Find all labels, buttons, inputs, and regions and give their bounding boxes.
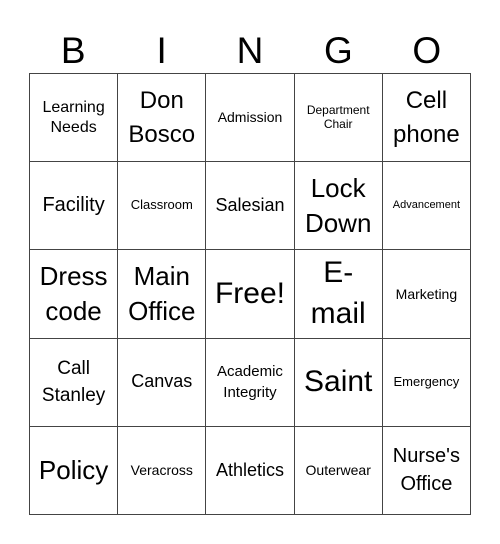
cell-label: Academic Integrity — [217, 363, 283, 402]
bingo-cell[interactable]: Nurse's Office — [382, 426, 471, 515]
bingo-cell[interactable]: Call Stanley — [30, 338, 119, 427]
header-letter-i: I — [156, 30, 167, 71]
bingo-cell[interactable]: Canvas — [118, 338, 207, 427]
bingo-cell[interactable]: Facility — [30, 162, 119, 251]
free-space[interactable]: Free! — [206, 250, 295, 339]
cell-label: Veracross — [130, 461, 193, 478]
bingo-cell[interactable]: Salesian — [206, 162, 295, 251]
bingo-cell[interactable]: Lock Down — [294, 162, 383, 251]
cell-label: Canvas — [131, 371, 193, 392]
bingo-board: Learning Needs Don Bosco Admission Depar… — [29, 73, 471, 515]
bingo-header: B I N G O — [29, 28, 471, 73]
header-letter-o: O — [412, 30, 442, 71]
bingo-cell[interactable]: Admission — [206, 74, 295, 163]
bingo-cell[interactable]: Dress code — [30, 250, 119, 339]
cell-label: Salesian — [215, 194, 285, 215]
bingo-cell[interactable]: Department Chair — [294, 74, 383, 163]
cell-label: Emergency — [393, 374, 460, 390]
cell-label: Saint — [304, 365, 373, 399]
bingo-cell[interactable]: Emergency — [382, 338, 471, 427]
cell-label: Facility — [42, 194, 105, 217]
bingo-cell[interactable]: Policy — [30, 426, 119, 515]
bingo-cell[interactable]: E-mail — [294, 250, 383, 339]
cell-label: Outerwear — [305, 461, 371, 478]
cell-label: Free! — [214, 276, 285, 310]
cell-label: Call Stanley — [41, 357, 106, 407]
cell-label: Advancement — [392, 199, 461, 212]
bingo-cell[interactable]: Veracross — [118, 426, 207, 515]
bingo-cell[interactable]: Academic Integrity — [206, 338, 295, 427]
bingo-cell[interactable]: Classroom — [118, 162, 207, 251]
bingo-cell[interactable]: Main Office — [118, 250, 207, 339]
cell-label: E-mail — [310, 256, 366, 330]
bingo-cell[interactable]: Marketing — [382, 250, 471, 339]
header-letter-b: B — [60, 30, 86, 71]
bingo-cell[interactable]: Saint — [294, 338, 383, 427]
cell-label: Athletics — [215, 459, 284, 480]
cell-label: Lock Down — [304, 172, 372, 238]
cell-label: Marketing — [395, 285, 458, 302]
cell-label: Cell phone — [393, 87, 460, 148]
header-letter-g: G — [324, 30, 353, 71]
bingo-cell[interactable]: Outerwear — [294, 426, 383, 515]
bingo-cell[interactable]: Athletics — [206, 426, 295, 515]
cell-label: Department Chair — [306, 102, 370, 131]
bingo-cell[interactable]: Cell phone — [382, 74, 471, 163]
bingo-cell[interactable]: Learning Needs — [30, 74, 119, 163]
bingo-cell[interactable]: Advancement — [382, 162, 471, 251]
cell-label: Dress code — [39, 260, 108, 326]
cell-label: Main Office — [128, 260, 196, 326]
cell-label: Nurse's Office — [392, 445, 460, 496]
bingo-cell[interactable]: Don Bosco — [118, 74, 207, 163]
cell-label: Learning Needs — [42, 99, 105, 136]
cell-label: Classroom — [130, 197, 193, 213]
cell-label: Policy — [38, 454, 109, 485]
cell-label: Don Bosco — [128, 87, 196, 148]
cell-label: Admission — [217, 109, 283, 126]
header-letter-n: N — [236, 30, 264, 71]
